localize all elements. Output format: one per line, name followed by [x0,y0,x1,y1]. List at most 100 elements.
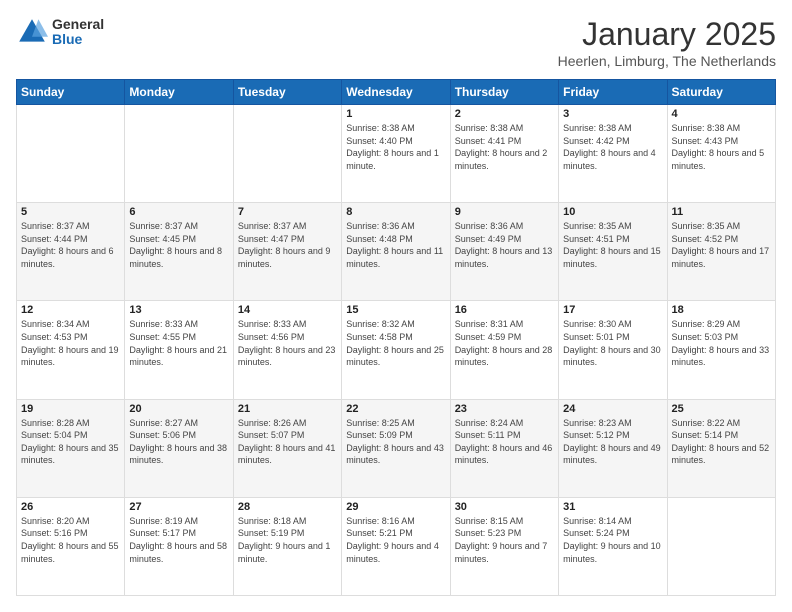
cell-info: Sunrise: 8:34 AM Sunset: 4:53 PM Dayligh… [21,318,120,368]
table-row: 7Sunrise: 8:37 AM Sunset: 4:47 PM Daylig… [233,203,341,301]
day-number: 24 [563,403,662,415]
cell-info: Sunrise: 8:22 AM Sunset: 5:14 PM Dayligh… [672,417,771,467]
table-row: 30Sunrise: 8:15 AM Sunset: 5:23 PM Dayli… [450,497,558,595]
table-row: 4 Sunrise: 8:38 AM Sunset: 4:43 PM Daylig… [667,105,775,203]
table-row [17,105,125,203]
table-row: 23 Sunrise: 8:24 AM Sunset: 5:11 PM Dayli… [450,399,558,497]
day-number: 8 [346,206,445,218]
day-number: 25 [672,403,771,415]
day-number: 4 [672,108,771,120]
day-number: 18 [672,304,771,316]
cell-info: Sunrise: 8:33 AM Sunset: 4:56 PM Dayligh… [238,318,337,368]
day-number: 31 [563,501,662,513]
day-number: 5 [21,206,120,218]
cell-info: Sunrise: 8:38 AM Sunset: 4:41 PM Dayligh… [455,122,554,172]
cell-info: Sunrise: 8:33 AM Sunset: 4:55 PM Dayligh… [129,318,228,368]
day-number: 19 [21,403,120,415]
logo-blue: Blue [52,32,104,47]
cell-info: Sunrise: 8:29 AM Sunset: 5:03 PM Dayligh… [672,318,771,368]
header-tuesday: Tuesday [233,80,341,105]
calendar-page: General Blue January 2025 Heerlen, Limbu… [0,0,792,612]
header-friday: Friday [559,80,667,105]
table-row: 27 Sunrise: 8:19 AM Sunset: 5:17 PM Dayli… [125,497,233,595]
table-row [125,105,233,203]
header-thursday: Thursday [450,80,558,105]
cell-info: Sunrise: 8:16 AM Sunset: 5:21 PM Dayligh… [346,515,445,565]
cell-info: Sunrise: 8:23 AM Sunset: 5:12 PM Dayligh… [563,417,662,467]
month-title: January 2025 [558,16,776,53]
table-row: 25 Sunrise: 8:22 AM Sunset: 5:14 PM Dayli… [667,399,775,497]
header-sunday: Sunday [17,80,125,105]
table-row: 21 Sunrise: 8:26 AM Sunset: 5:07 PM Dayli… [233,399,341,497]
day-number: 27 [129,501,228,513]
cell-info: Sunrise: 8:38 AM Sunset: 4:42 PM Dayligh… [563,122,662,172]
cell-info: Sunrise: 8:28 AM Sunset: 5:04 PM Dayligh… [21,417,120,467]
calendar-week-row: 1Sunrise: 8:38 AM Sunset: 4:40 PM Daylig… [17,105,776,203]
day-number: 6 [129,206,228,218]
day-number: 23 [455,403,554,415]
cell-info: Sunrise: 8:24 AM Sunset: 5:11 PM Dayligh… [455,417,554,467]
cell-info: Sunrise: 8:37 AM Sunset: 4:44 PM Dayligh… [21,220,120,270]
table-row: 24 Sunrise: 8:23 AM Sunset: 5:12 PM Dayli… [559,399,667,497]
table-row: 6 Sunrise: 8:37 AM Sunset: 4:45 PM Daylig… [125,203,233,301]
table-row: 8 Sunrise: 8:36 AM Sunset: 4:48 PM Daylig… [342,203,450,301]
table-row: 15 Sunrise: 8:32 AM Sunset: 4:58 PM Dayli… [342,301,450,399]
cell-info: Sunrise: 8:36 AM Sunset: 4:48 PM Dayligh… [346,220,445,270]
calendar-week-row: 26Sunrise: 8:20 AM Sunset: 5:16 PM Dayli… [17,497,776,595]
day-number: 28 [238,501,337,513]
day-number: 17 [563,304,662,316]
cell-info: Sunrise: 8:38 AM Sunset: 4:40 PM Dayligh… [346,122,445,172]
cell-info: Sunrise: 8:32 AM Sunset: 4:58 PM Dayligh… [346,318,445,368]
cell-info: Sunrise: 8:27 AM Sunset: 5:06 PM Dayligh… [129,417,228,467]
cell-info: Sunrise: 8:26 AM Sunset: 5:07 PM Dayligh… [238,417,337,467]
cell-info: Sunrise: 8:35 AM Sunset: 4:51 PM Dayligh… [563,220,662,270]
day-number: 21 [238,403,337,415]
day-number: 2 [455,108,554,120]
table-row: 29 Sunrise: 8:16 AM Sunset: 5:21 PM Dayli… [342,497,450,595]
cell-info: Sunrise: 8:38 AM Sunset: 4:43 PM Dayligh… [672,122,771,172]
table-row: 5 Sunrise: 8:37 AM Sunset: 4:44 PM Daylig… [17,203,125,301]
header-saturday: Saturday [667,80,775,105]
table-row: 31Sunrise: 8:14 AM Sunset: 5:24 PM Dayli… [559,497,667,595]
title-section: January 2025 Heerlen, Limburg, The Nethe… [558,16,776,69]
table-row: 19 Sunrise: 8:28 AM Sunset: 5:04 PM Dayli… [17,399,125,497]
table-row: 20Sunrise: 8:27 AM Sunset: 5:06 PM Dayli… [125,399,233,497]
calendar-table: Sunday Monday Tuesday Wednesday Thursday… [16,79,776,596]
day-number: 12 [21,304,120,316]
day-number: 11 [672,206,771,218]
day-number: 14 [238,304,337,316]
cell-info: Sunrise: 8:19 AM Sunset: 5:17 PM Dayligh… [129,515,228,565]
table-row: 18 Sunrise: 8:29 AM Sunset: 5:03 PM Dayli… [667,301,775,399]
day-number: 29 [346,501,445,513]
table-row: 3 Sunrise: 8:38 AM Sunset: 4:42 PM Daylig… [559,105,667,203]
header-wednesday: Wednesday [342,80,450,105]
cell-info: Sunrise: 8:37 AM Sunset: 4:45 PM Dayligh… [129,220,228,270]
day-number: 3 [563,108,662,120]
page-header: General Blue January 2025 Heerlen, Limbu… [16,16,776,69]
table-row: 17 Sunrise: 8:30 AM Sunset: 5:01 PM Dayli… [559,301,667,399]
cell-info: Sunrise: 8:36 AM Sunset: 4:49 PM Dayligh… [455,220,554,270]
calendar-week-row: 12 Sunrise: 8:34 AM Sunset: 4:53 PM Dayli… [17,301,776,399]
table-row: 22Sunrise: 8:25 AM Sunset: 5:09 PM Dayli… [342,399,450,497]
calendar-week-row: 19 Sunrise: 8:28 AM Sunset: 5:04 PM Dayli… [17,399,776,497]
table-row [667,497,775,595]
calendar-week-row: 5 Sunrise: 8:37 AM Sunset: 4:44 PM Daylig… [17,203,776,301]
day-number: 7 [238,206,337,218]
table-row: 12 Sunrise: 8:34 AM Sunset: 4:53 PM Dayli… [17,301,125,399]
table-row: 1Sunrise: 8:38 AM Sunset: 4:40 PM Daylig… [342,105,450,203]
table-row: 26Sunrise: 8:20 AM Sunset: 5:16 PM Dayli… [17,497,125,595]
cell-info: Sunrise: 8:31 AM Sunset: 4:59 PM Dayligh… [455,318,554,368]
table-row: 2 Sunrise: 8:38 AM Sunset: 4:41 PM Daylig… [450,105,558,203]
table-row: 16Sunrise: 8:31 AM Sunset: 4:59 PM Dayli… [450,301,558,399]
logo: General Blue [16,16,104,48]
cell-info: Sunrise: 8:30 AM Sunset: 5:01 PM Dayligh… [563,318,662,368]
day-number: 10 [563,206,662,218]
day-number: 26 [21,501,120,513]
header-monday: Monday [125,80,233,105]
day-number: 30 [455,501,554,513]
table-row: 10 Sunrise: 8:35 AM Sunset: 4:51 PM Dayli… [559,203,667,301]
cell-info: Sunrise: 8:35 AM Sunset: 4:52 PM Dayligh… [672,220,771,270]
table-row [233,105,341,203]
day-number: 13 [129,304,228,316]
day-number: 15 [346,304,445,316]
